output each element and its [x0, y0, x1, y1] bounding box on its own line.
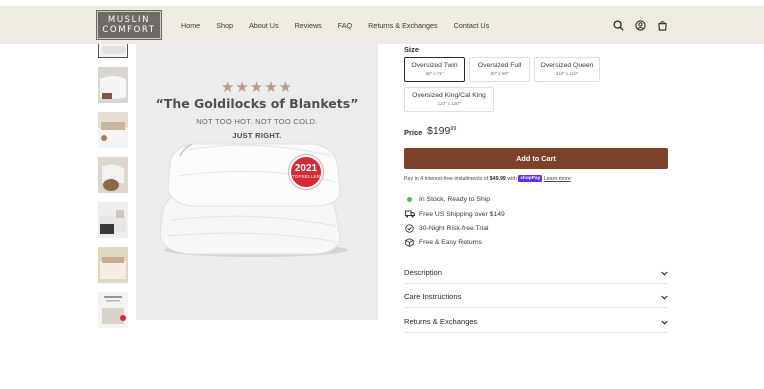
account-icon[interactable] [635, 19, 646, 31]
feature-text: 30-Night Risk-free Trial [419, 225, 489, 232]
topseller-badge: 2021 TOPSELLER [289, 155, 323, 189]
check-circle-icon [404, 224, 415, 233]
size-name: Oversized Queen [540, 62, 594, 69]
feature-text: In Stock, Ready to Ship [419, 196, 491, 203]
feature-returns: Free & Easy Returns [404, 238, 482, 247]
accordion-title: Description [404, 267, 442, 277]
price-main: $199 [427, 125, 451, 137]
size-option-oversized-twin[interactable]: Oversized Twin 68" x 71" [404, 57, 465, 82]
nav-shop[interactable]: Shop [216, 21, 233, 30]
thumbnail-2[interactable] [98, 67, 128, 103]
feature-in-stock: In Stock, Ready to Ship [404, 196, 490, 203]
learn-more-link[interactable]: Learn more [544, 176, 571, 182]
logo-line2: COMFORT [102, 25, 156, 35]
product-page: MUSLIN COMFORT Home Shop About Us Review… [0, 0, 764, 389]
badge-year: 2021 [294, 163, 318, 174]
shop-pay-logo: shopPay [518, 175, 543, 182]
nav-contact-us[interactable]: Contact Us [454, 21, 490, 30]
accordion-care-instructions[interactable]: Care Instructions [404, 285, 668, 308]
accordion-description[interactable]: Description [404, 261, 668, 284]
size-name: Oversized Twin [411, 62, 458, 69]
thumbnail-strip [98, 44, 128, 337]
truck-icon [404, 210, 415, 218]
chevron-down-icon [661, 287, 668, 305]
badge-text: TOPSELLER [291, 174, 321, 179]
main-product-image[interactable]: ★★★★★ “The Goldilocks of Blankets” NOT T… [136, 44, 378, 320]
feature-text: Free & Easy Returns [419, 239, 483, 246]
size-dims: 110" x 110" [555, 71, 579, 76]
thumbnail-5[interactable] [98, 202, 128, 238]
accordion-title: Returns & Exchanges [404, 316, 478, 326]
box-icon [404, 238, 415, 247]
cart-icon[interactable] [657, 20, 668, 31]
header-icons [613, 6, 668, 44]
installments-prefix: Pay in 4 interest-free installments of [404, 175, 490, 182]
thumbnail-1[interactable] [98, 44, 128, 58]
in-stock-dot-icon [404, 197, 415, 202]
price-cents: 99 [450, 126, 457, 132]
feature-shipping: Free US Shipping over $149 [404, 210, 505, 218]
size-name: Oversized King/Cal King [412, 92, 486, 99]
chevron-down-icon [661, 312, 668, 330]
price-value: $19999 [427, 125, 456, 137]
size-option-oversized-queen[interactable]: Oversized Queen 110" x 110" [534, 57, 600, 82]
brand-logo[interactable]: MUSLIN COMFORT [96, 10, 162, 40]
thumbnail-6[interactable] [98, 247, 128, 283]
nav-returns-exchanges[interactable]: Returns & Exchanges [368, 21, 438, 30]
feature-trial: 30-Night Risk-free Trial [404, 224, 489, 233]
nav-reviews[interactable]: Reviews [295, 21, 322, 30]
accordion-title: Care Instructions [404, 291, 462, 301]
search-icon[interactable] [613, 19, 624, 31]
size-label: Size [404, 45, 420, 54]
nav-faq[interactable]: FAQ [338, 21, 352, 30]
installments-info: Pay in 4 interest-free installments of $… [404, 175, 571, 182]
accordion-returns-exchanges[interactable]: Returns & Exchanges [404, 310, 668, 333]
logo-line1: MUSLIN [107, 15, 151, 25]
folded-blanket-image [159, 143, 348, 257]
price-label: Price [404, 128, 423, 137]
add-to-cart-button[interactable]: Add to Cart [404, 148, 668, 169]
size-dims: 68" x 71" [425, 71, 444, 76]
size-name: Oversized Full [477, 62, 522, 69]
thumbnail-7[interactable] [98, 292, 128, 328]
installments-amount: $49.99 [489, 175, 506, 182]
nav-about-us[interactable]: About Us [249, 21, 279, 30]
chevron-down-icon [661, 263, 668, 281]
main-nav: Home Shop About Us Reviews FAQ Returns &… [181, 6, 505, 44]
feature-text: Free US Shipping over $149 [419, 210, 505, 218]
thumbnail-3[interactable] [98, 112, 128, 148]
installments-with: with [505, 175, 519, 182]
size-dims: 120" x 120" [437, 101, 461, 106]
site-header: MUSLIN COMFORT Home Shop About Us Review… [0, 6, 764, 44]
size-dims: 80" x 88" [490, 71, 509, 76]
thumbnail-4[interactable] [98, 157, 128, 193]
size-option-oversized-king[interactable]: Oversized King/Cal King 120" x 120" [404, 87, 494, 112]
nav-home[interactable]: Home [181, 21, 200, 30]
size-option-oversized-full[interactable]: Oversized Full 80" x 88" [469, 57, 530, 82]
